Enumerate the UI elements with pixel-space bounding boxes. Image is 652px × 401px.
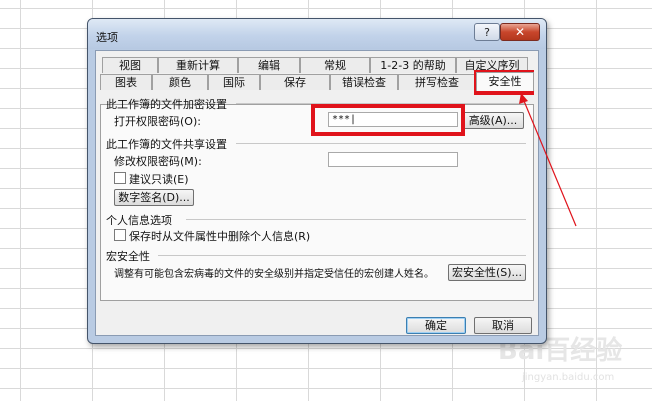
tab-security[interactable]: 安全性 (476, 72, 534, 91)
annotation-arrow-icon (519, 93, 577, 227)
